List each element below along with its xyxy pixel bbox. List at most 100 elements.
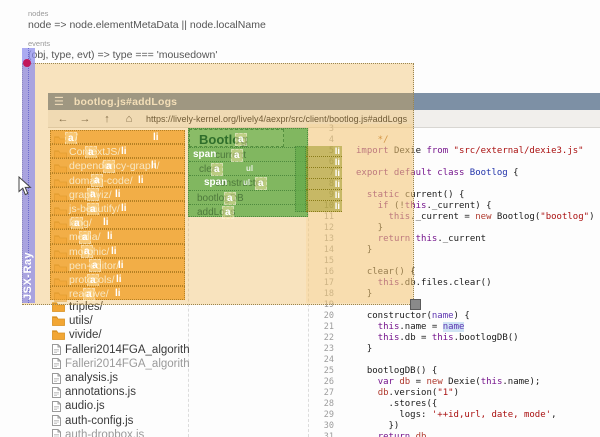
tree-item-label: auth-dropbox.js <box>65 429 144 437</box>
jsxray-li-box: morphic/ali <box>50 244 185 258</box>
list-item-tag-badge: li <box>335 157 340 168</box>
tree-item[interactable]: auth-dropbox.js <box>48 428 190 437</box>
folder-icon <box>52 330 65 340</box>
anchor-tag-badge: a <box>85 146 97 159</box>
jsxray-drag-dot[interactable] <box>23 59 31 67</box>
tree-item-label: vivide/ <box>69 329 102 341</box>
span-tag-badge: span <box>191 149 218 160</box>
jsxray-tool-label: JSX-Ray <box>22 210 35 300</box>
jsxray-li-box: media/ali <box>50 229 185 243</box>
tree-item[interactable]: utils/ <box>48 314 190 328</box>
list-item-tag-badge: li <box>114 274 124 285</box>
span-tag-badge: span <box>202 177 229 188</box>
list-item-tag-badge: li <box>136 175 146 186</box>
file-icon <box>52 358 61 369</box>
line-content: .stores({ <box>356 399 437 410</box>
tree-item[interactable]: vivide/ <box>48 328 190 342</box>
list-item-tag-badge: li <box>149 160 159 171</box>
list-item-tag-badge: li <box>335 179 340 190</box>
code-line[interactable]: 22 this.db = this.bootlogDB() <box>308 333 600 344</box>
file-icon <box>52 401 61 412</box>
code-line[interactable]: 29 logs: '++id,url, date, mode', <box>308 410 600 421</box>
a-tag-badge: a <box>231 149 243 162</box>
anchor-tag-badge: a <box>87 203 99 216</box>
list-item-tag-badge: li <box>116 260 126 271</box>
jsxray-gutter-li-box: li <box>306 157 342 168</box>
code-line[interactable]: 24 <box>308 355 600 366</box>
a-tag-badge: a <box>211 163 223 176</box>
outline-item[interactable]: clearaul <box>189 161 307 176</box>
list-item-tag-badge: li <box>119 203 129 214</box>
code-line[interactable]: 27 db.version("1") <box>308 388 600 399</box>
line-number: 27 <box>308 388 334 399</box>
nodes-expression-input[interactable]: node => node.elementMetaData || node.loc… <box>28 19 266 31</box>
line-number: 22 <box>308 333 334 344</box>
tree-item-label: Falleri2014FGA_algorithm2.js <box>65 344 190 356</box>
line-content: var db = new Dexie(this.name); <box>356 377 540 388</box>
region-resize-handle[interactable] <box>410 299 421 310</box>
anchor-tag-badge: a <box>65 132 77 145</box>
list-item-tag-badge: li <box>119 146 129 157</box>
anchor-tag-badge: a <box>235 133 247 146</box>
nodes-label: nodes <box>28 9 48 18</box>
outline-header: Bootlog a <box>189 129 284 147</box>
list-item-tag-badge: li <box>109 246 119 257</box>
list-item-tag-badge: li <box>335 168 340 179</box>
tree-item[interactable]: annotations.js <box>48 385 190 399</box>
line-content: logs: '++id,url, date, mode', <box>356 410 557 421</box>
ul-tag-badge: ul <box>241 177 252 188</box>
ul-tag-badge: ul <box>244 163 255 174</box>
list-item-tag-badge: li <box>335 190 340 201</box>
a-tag-badge: a <box>255 177 267 190</box>
file-icon <box>52 387 61 398</box>
line-number: 26 <box>308 377 334 388</box>
tree-item-label: annotations.js <box>65 386 136 398</box>
code-line[interactable]: 25 bootlogDB() { <box>308 366 600 377</box>
outline-item[interactable]: currentspana <box>189 147 307 162</box>
outline-item[interactable]: bootlogDBa <box>189 190 307 205</box>
code-line[interactable]: 28 .stores({ <box>308 399 600 410</box>
code-line[interactable]: 30 }) <box>308 421 600 432</box>
anchor-tag-badge: a <box>71 217 83 230</box>
outline-item-label: bootlogDB <box>197 193 244 204</box>
line-content: this.name = name <box>356 322 464 333</box>
tree-item[interactable]: analysis.js <box>48 371 190 385</box>
line-number: 31 <box>308 432 334 437</box>
jsxray-gutter-li-box: li <box>306 168 342 179</box>
file-icon <box>52 373 61 384</box>
anchor-tag-badge: a <box>87 188 99 201</box>
events-expression-input[interactable]: (obj, type, evt) => type === 'mousedown' <box>28 49 217 61</box>
line-content: }) <box>356 421 399 432</box>
code-line[interactable]: 26 var db = new Dexie(this.name); <box>308 377 600 388</box>
line-content: this.db = this.bootlogDB() <box>356 333 519 344</box>
code-line[interactable]: 31 return db <box>308 432 600 437</box>
jsxray-ul-strip <box>295 146 306 212</box>
anchor-tag-badge: a <box>91 174 103 187</box>
code-line[interactable]: 21 this.name = name <box>308 322 600 333</box>
code-line[interactable]: 20 constructor(name) { <box>308 311 600 322</box>
tree-item[interactable]: auth-config.js <box>48 414 190 428</box>
line-number: 21 <box>308 322 334 333</box>
tree-item[interactable]: audio.js <box>48 399 190 413</box>
folder-icon <box>52 316 65 326</box>
list-item-tag-badge: li <box>113 288 123 299</box>
line-content: bootlogDB() { <box>356 366 437 377</box>
list-item-tag-badge: li <box>101 217 111 228</box>
a-tag-badge: a <box>222 206 234 219</box>
jsxray-li-box: ContextJS/ali <box>50 144 185 158</box>
outline-item[interactable]: addLogsa <box>189 204 307 219</box>
tree-item[interactable]: Falleri2014FGA_algorithm1.js <box>48 357 190 371</box>
list-item-tag-badge: li <box>151 132 161 143</box>
jsxray-li-box: pen-editor/ali <box>50 258 185 272</box>
anchor-tag-badge: a <box>83 288 95 301</box>
anchor-tag-badge: a <box>81 245 93 258</box>
jsxray-li-box: reactive/ali <box>50 286 185 300</box>
line-number: 23 <box>308 344 334 355</box>
jsxray-gutter-li-box: li <box>306 179 342 190</box>
code-line[interactable]: 23 } <box>308 344 600 355</box>
tree-item-label: audio.js <box>65 400 105 412</box>
tree-item[interactable]: Falleri2014FGA_algorithm2.js <box>48 343 190 357</box>
jsxray-li-box: protocols/ali <box>50 272 185 286</box>
outline-item[interactable]: constructorspanula <box>189 175 307 190</box>
anchor-tag-badge: a <box>89 259 101 272</box>
